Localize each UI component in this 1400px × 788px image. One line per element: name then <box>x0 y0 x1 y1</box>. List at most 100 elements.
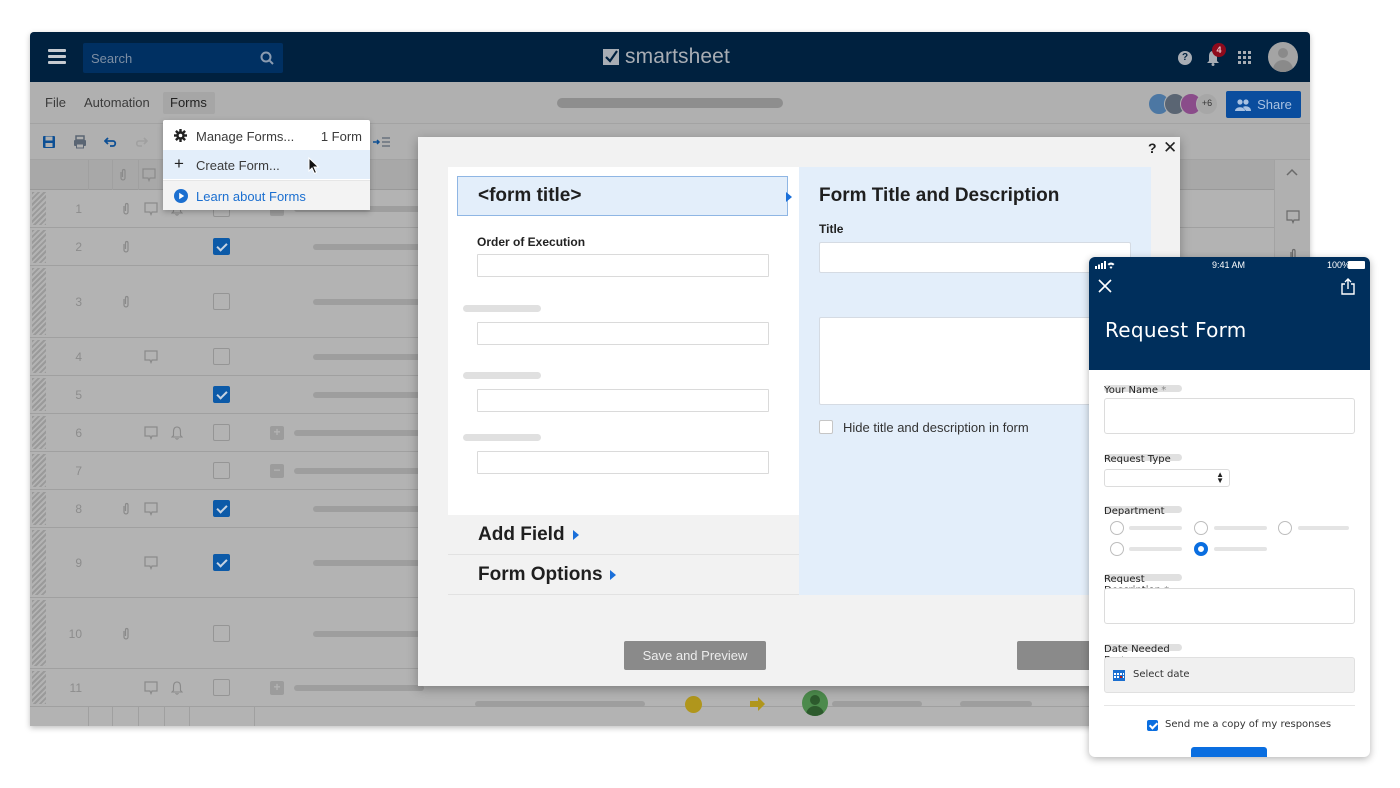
comment-icon[interactable] <box>144 350 158 365</box>
radio-option-label-placeholder <box>1214 547 1267 551</box>
menu-file[interactable]: File <box>45 95 66 110</box>
more-collaborators-count[interactable]: +6 <box>1196 93 1218 115</box>
row-number: 4 <box>75 350 82 364</box>
department-radio-option[interactable] <box>1194 521 1208 535</box>
row-checkbox[interactable] <box>213 386 230 403</box>
row-checkbox[interactable] <box>213 679 230 696</box>
menu-item-manage-forms[interactable]: Manage Forms... 1 Form <box>163 121 370 150</box>
print-icon[interactable] <box>73 135 87 149</box>
department-radio-option-selected[interactable] <box>1194 542 1208 556</box>
arrow-right-icon <box>750 697 765 711</box>
order-of-execution-input[interactable] <box>477 254 769 277</box>
row-checkbox[interactable] <box>213 238 230 255</box>
row-drag-handle[interactable] <box>32 378 46 411</box>
attachment-icon[interactable] <box>121 295 133 309</box>
comment-icon[interactable] <box>144 426 158 441</box>
user-avatar[interactable] <box>1268 42 1298 72</box>
help-icon[interactable]: ? <box>1178 51 1192 65</box>
row-drag-handle[interactable] <box>32 671 46 704</box>
hide-title-checkbox[interactable] <box>819 420 833 434</box>
department-radio-option[interactable] <box>1110 521 1124 535</box>
your-name-input[interactable] <box>1104 398 1355 434</box>
share-button[interactable]: Share <box>1226 91 1301 118</box>
expand-row-icon[interactable]: + <box>270 681 284 695</box>
row-checkbox[interactable] <box>213 293 230 310</box>
reminder-bell-icon[interactable] <box>170 681 184 695</box>
comment-icon[interactable] <box>144 202 158 217</box>
search-input[interactable]: Search <box>83 43 283 73</box>
row-drag-handle[interactable] <box>32 192 46 225</box>
department-radio-option[interactable] <box>1278 521 1292 535</box>
expand-row-icon[interactable]: + <box>270 426 284 440</box>
comments-panel-icon[interactable] <box>1286 210 1300 224</box>
date-needed-picker[interactable]: Select date <box>1104 657 1355 693</box>
caret-right-icon <box>610 570 616 580</box>
row-checkbox[interactable] <box>213 424 230 441</box>
row-drag-handle[interactable] <box>32 416 46 449</box>
menu-automation[interactable]: Automation <box>84 95 150 110</box>
status-battery: 100% <box>1327 260 1351 270</box>
assignee-avatar <box>802 690 828 716</box>
submit-button[interactable] <box>1191 747 1267 757</box>
notification-count-badge: 4 <box>1212 43 1226 57</box>
description-textarea[interactable] <box>819 317 1131 405</box>
menu-item-learn-about-forms[interactable]: Learn about Forms <box>163 180 370 210</box>
manage-forms-label: Manage Forms... <box>196 129 295 144</box>
attachment-icon[interactable] <box>121 240 133 254</box>
attachment-icon[interactable] <box>121 202 133 216</box>
send-copy-label: Send me a copy of my responses <box>1165 719 1332 730</box>
chevron-up-icon[interactable] <box>1286 168 1298 176</box>
save-icon[interactable] <box>42 135 56 149</box>
close-icon[interactable] <box>1098 279 1112 293</box>
form-options-section[interactable]: Form Options <box>448 555 799 595</box>
indent-icon[interactable] <box>373 135 391 149</box>
attachment-icon[interactable] <box>121 502 133 516</box>
send-copy-checkbox[interactable] <box>1147 720 1158 731</box>
attachment-icon[interactable] <box>121 627 133 641</box>
hamburger-menu-icon[interactable] <box>48 49 66 64</box>
menu-forms[interactable]: Forms <box>170 95 207 110</box>
row-checkbox[interactable] <box>213 624 230 642</box>
row-checkbox[interactable] <box>213 348 230 365</box>
title-label: Title <box>819 222 844 236</box>
undo-icon[interactable] <box>104 135 118 149</box>
save-button[interactable] <box>1017 641 1097 670</box>
radio-option-label-placeholder <box>1129 526 1182 530</box>
menu-item-create-form[interactable]: + Create Form... <box>163 150 370 179</box>
comment-icon[interactable] <box>144 681 158 696</box>
mobile-form-header: 9:41 AM 100% Request Form <box>1089 257 1370 370</box>
forms-count: 1 Form <box>320 129 362 144</box>
department-radio-option[interactable] <box>1110 542 1124 556</box>
row-number: 7 <box>75 464 82 478</box>
row-checkbox[interactable] <box>213 500 230 517</box>
row-drag-handle[interactable] <box>32 600 46 666</box>
row-checkbox[interactable] <box>213 554 230 571</box>
row-drag-handle[interactable] <box>32 268 46 335</box>
request-description-input[interactable] <box>1104 588 1355 624</box>
redo-icon[interactable] <box>134 135 148 149</box>
share-icon[interactable] <box>1341 278 1355 295</box>
title-input[interactable] <box>819 242 1131 273</box>
cell-placeholder-bar <box>294 685 424 691</box>
form-field-input[interactable] <box>477 322 769 345</box>
row-checkbox[interactable] <box>213 462 230 479</box>
form-field-input[interactable] <box>477 451 769 474</box>
form-title-field[interactable]: <form title> <box>457 176 792 216</box>
row-drag-handle[interactable] <box>32 340 46 373</box>
row-drag-handle[interactable] <box>32 454 46 487</box>
request-type-select[interactable]: ▲ ▼ <box>1104 469 1230 487</box>
row-drag-handle[interactable] <box>32 492 46 525</box>
search-icon[interactable] <box>260 51 274 65</box>
comment-icon[interactable] <box>144 556 158 571</box>
row-drag-handle[interactable] <box>32 530 46 595</box>
form-field-input[interactable] <box>477 389 769 412</box>
save-and-preview-button[interactable]: Save and Preview <box>624 641 766 670</box>
collapse-row-icon[interactable]: − <box>270 464 284 478</box>
comment-icon[interactable] <box>144 502 158 517</box>
help-button[interactable]: ? <box>1148 140 1157 156</box>
row-drag-handle[interactable] <box>32 230 46 263</box>
add-field-section[interactable]: Add Field <box>448 515 799 555</box>
close-icon[interactable]: ✕ <box>1163 138 1177 158</box>
apps-grid-icon[interactable] <box>1238 51 1251 64</box>
reminder-bell-icon[interactable] <box>170 426 184 440</box>
